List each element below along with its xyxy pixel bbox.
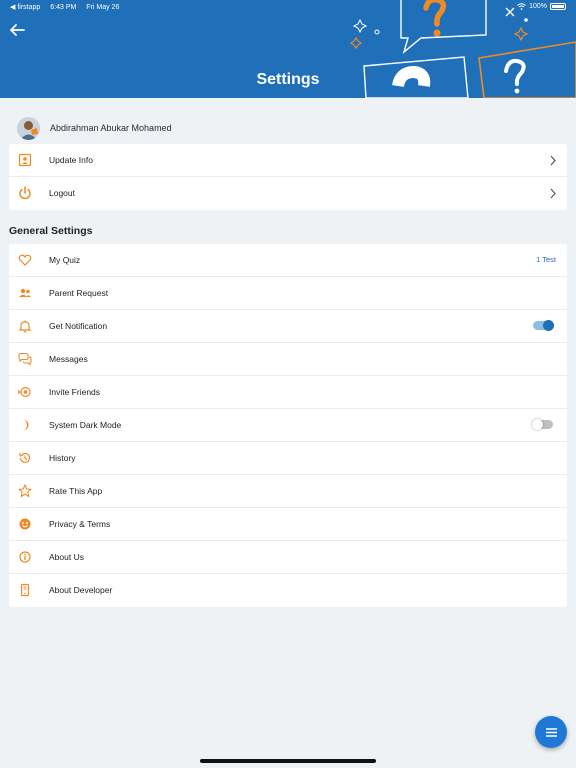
status-time: 6:43 PM bbox=[50, 4, 77, 11]
profile-name: Abdirahman Abukar Mohamed bbox=[50, 123, 172, 133]
history-row[interactable]: History bbox=[9, 442, 567, 475]
update-info-label: Update Info bbox=[49, 155, 93, 165]
my-quiz-label: My Quiz bbox=[49, 255, 81, 265]
toggle-knob bbox=[532, 419, 543, 430]
history-icon bbox=[18, 452, 31, 463]
invite-icon bbox=[18, 386, 31, 398]
about-developer-label: About Developer bbox=[49, 585, 113, 595]
rate-app-row[interactable]: Rate This App bbox=[9, 475, 567, 508]
history-label: History bbox=[49, 453, 76, 463]
menu-icon bbox=[545, 727, 557, 737]
general-settings-card: My Quiz 1 Test Parent Request Get Notifi… bbox=[9, 244, 567, 607]
dark-mode-label: System Dark Mode bbox=[49, 420, 122, 430]
about-developer-row[interactable]: About Developer bbox=[9, 574, 567, 607]
messages-label: Messages bbox=[49, 354, 88, 364]
bell-icon bbox=[18, 320, 32, 333]
menu-fab[interactable] bbox=[535, 716, 567, 748]
avatar bbox=[17, 116, 40, 140]
profile-row[interactable]: Abdirahman Abukar Mohamed bbox=[17, 116, 172, 140]
logout-row[interactable]: Logout bbox=[9, 177, 567, 210]
chevron-right-icon bbox=[550, 188, 556, 199]
power-icon bbox=[19, 186, 31, 200]
my-quiz-row[interactable]: My Quiz 1 Test bbox=[9, 244, 567, 277]
invite-friends-row[interactable]: Invite Friends bbox=[9, 376, 567, 409]
account-card: Update Info Logout bbox=[9, 144, 567, 210]
update-info-row[interactable]: Update Info bbox=[9, 144, 567, 177]
app-header: ◀ firstapp 6:43 PM Fri May 26 100% Setti… bbox=[0, 0, 576, 98]
parent-request-row[interactable]: Parent Request bbox=[9, 277, 567, 310]
users-icon bbox=[19, 288, 31, 297]
section-title-general: General Settings bbox=[9, 225, 93, 237]
quiz-count: 1 Test bbox=[536, 255, 556, 264]
notification-toggle[interactable] bbox=[533, 320, 554, 331]
privacy-terms-row[interactable]: Privacy & Terms bbox=[9, 508, 567, 541]
star-icon bbox=[18, 484, 32, 498]
messages-row[interactable]: Messages bbox=[9, 343, 567, 376]
toggle-knob bbox=[543, 320, 554, 331]
moon-icon bbox=[23, 419, 29, 431]
status-date: Fri May 26 bbox=[86, 4, 120, 11]
invite-friends-label: Invite Friends bbox=[49, 387, 101, 397]
back-arrow-icon[interactable] bbox=[8, 22, 26, 38]
status-left: ◀ firstapp 6:43 PM Fri May 26 bbox=[10, 3, 127, 11]
get-notification-row[interactable]: Get Notification bbox=[9, 310, 567, 343]
phone-icon bbox=[20, 583, 30, 597]
about-us-label: About Us bbox=[49, 552, 84, 562]
chat-icon bbox=[18, 352, 32, 366]
privacy-terms-label: Privacy & Terms bbox=[49, 519, 111, 529]
about-us-row[interactable]: About Us bbox=[9, 541, 567, 574]
info-icon bbox=[19, 551, 31, 563]
dark-mode-toggle[interactable] bbox=[532, 419, 553, 430]
logout-label: Logout bbox=[49, 188, 75, 198]
get-notification-label: Get Notification bbox=[49, 321, 108, 331]
home-indicator bbox=[200, 759, 376, 763]
heart-icon bbox=[18, 254, 32, 266]
id-card-icon bbox=[18, 153, 32, 167]
question-marks-illustration bbox=[349, 0, 576, 98]
privacy-icon bbox=[19, 518, 31, 530]
rate-app-label: Rate This App bbox=[49, 486, 103, 496]
dark-mode-row[interactable]: System Dark Mode bbox=[9, 409, 567, 442]
parent-request-label: Parent Request bbox=[49, 288, 109, 298]
chevron-right-icon bbox=[550, 155, 556, 166]
status-carrier: ◀ firstapp bbox=[10, 4, 41, 11]
